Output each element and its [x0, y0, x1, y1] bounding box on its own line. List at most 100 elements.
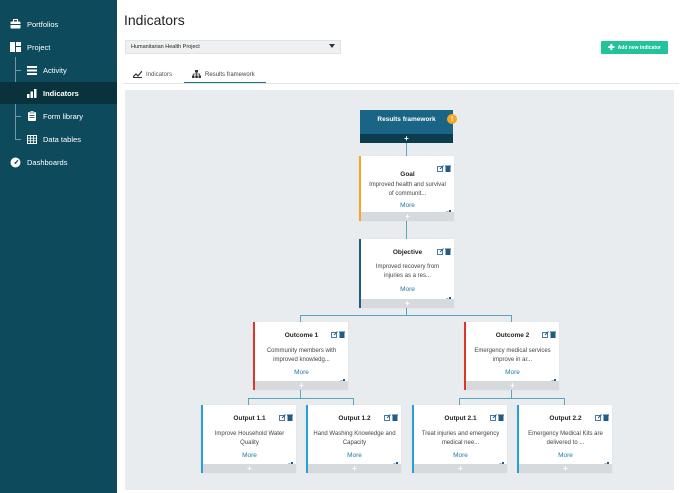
indicator-chart-icon[interactable]	[549, 372, 556, 385]
project-select[interactable]: Humanitarian Health Project	[125, 40, 341, 54]
card-title: Output 1.2	[338, 415, 371, 422]
plus-icon: ✚	[607, 42, 615, 52]
results-framework-root[interactable]: Results framework +	[360, 110, 453, 143]
sidebar-item-data-tables[interactable]: Data tables	[0, 128, 117, 150]
connector	[459, 398, 460, 405]
connector	[300, 390, 301, 398]
add-child-button[interactable]: +	[466, 381, 559, 390]
card-description: Emergency Medical Kits are delivered to …	[528, 431, 603, 446]
more-link[interactable]: More	[414, 452, 507, 459]
sidebar-item-label: Portfolios	[27, 19, 59, 29]
clipboard-icon	[26, 110, 38, 122]
sidebar-item-label: Data tables	[43, 134, 81, 144]
objective-card[interactable]: Objective Improved recovery from injurie…	[359, 239, 454, 308]
root-title: Results framework	[377, 116, 436, 123]
connector	[248, 398, 354, 399]
sidebar-item-form-library[interactable]: Form library	[0, 105, 117, 127]
indicator-chart-icon[interactable]	[497, 455, 504, 468]
sidebar-item-indicators[interactable]: Indicators	[0, 82, 117, 104]
briefcase-icon	[9, 18, 21, 30]
more-link[interactable]: More	[361, 202, 454, 209]
sidebar-item-dashboards[interactable]: Dashboards	[0, 151, 117, 173]
card-title: Outcome 2	[495, 332, 530, 339]
card-description: Emergency medical services improve in ar…	[474, 348, 551, 363]
project-select-value: Humanitarian Health Project	[131, 44, 200, 50]
output-card[interactable]: Output 1.2 Hand Washing Knowledge and Ca…	[306, 405, 401, 473]
connector	[564, 398, 565, 405]
tab-label: Results framework	[205, 71, 255, 78]
connector	[406, 308, 407, 315]
add-child-button[interactable]: +	[361, 212, 454, 221]
sidebar-item-portfolios[interactable]: Portfolios	[0, 13, 117, 35]
connector	[511, 390, 512, 398]
card-description: Hand Washing Knowledge and Capacity	[313, 431, 396, 446]
sidebar-item-label: Form library	[43, 111, 84, 121]
card-title: Outcome 1	[284, 332, 319, 339]
tabs-divider	[124, 83, 679, 84]
connector	[300, 315, 512, 316]
sidebar-item-activity[interactable]: Activity	[0, 59, 117, 81]
hierarchy-icon	[192, 69, 201, 80]
sidebar-item-label: Project	[27, 42, 51, 52]
project-icon	[9, 41, 21, 53]
card-title: Output 2.1	[444, 415, 477, 422]
more-link[interactable]: More	[308, 452, 401, 459]
more-link[interactable]: More	[255, 369, 348, 376]
outcome-card[interactable]: Outcome 2 Emergency medical services imp…	[464, 322, 559, 390]
connector	[300, 315, 301, 322]
tab-label: Indicators	[146, 72, 173, 78]
more-link[interactable]: More	[361, 286, 454, 293]
card-title: Goal	[400, 171, 415, 178]
card-title: Output 1.1	[233, 415, 266, 422]
output-card[interactable]: Output 2.1 Treat injuries and emergency …	[412, 405, 507, 473]
add-child-button[interactable]: +	[361, 299, 454, 308]
add-child-button[interactable]: +	[414, 464, 507, 473]
tab-indicators[interactable]: Indicators	[132, 67, 173, 83]
sidebar-item-label: Activity	[43, 65, 67, 75]
card-description: Community members with improved knowledg…	[266, 348, 337, 363]
card-title: Output 2.2	[549, 415, 582, 422]
table-icon	[26, 133, 38, 145]
indicator-chart-icon[interactable]	[391, 455, 398, 468]
indicator-chart-icon[interactable]	[444, 203, 451, 216]
page-title: Indicators	[124, 12, 185, 28]
sidebar: Portfolios Project Activity Indicators F…	[0, 0, 117, 493]
add-indicator-button[interactable]: ✚ Add new indicator	[601, 41, 668, 54]
card-description: Improved recovery from injuries as a res…	[375, 264, 440, 279]
card-description: Improve Household Water Quality	[214, 431, 285, 446]
add-child-button[interactable]: +	[360, 134, 453, 143]
goal-card[interactable]: Goal Improved health and survival of com…	[359, 156, 454, 221]
card-title: Objective	[392, 249, 423, 256]
add-indicator-label: Add new indicator	[617, 44, 662, 51]
more-link[interactable]: More	[519, 452, 612, 459]
sidebar-item-label: Indicators	[43, 88, 79, 98]
indicator-chart-icon[interactable]	[338, 372, 345, 385]
connector	[406, 143, 407, 156]
chevron-down-icon	[329, 44, 335, 48]
sidebar-item-project[interactable]: Project	[0, 36, 117, 58]
output-card[interactable]: Output 2.2 Emergency Medical Kits are de…	[517, 405, 612, 473]
add-child-button[interactable]: +	[308, 464, 401, 473]
output-card[interactable]: Output 1.1 Improve Household Water Quali…	[201, 405, 296, 473]
connector	[511, 315, 512, 322]
gauge-icon	[9, 156, 21, 168]
outcome-card[interactable]: Outcome 1 Community members with improve…	[253, 322, 348, 390]
connector	[353, 398, 354, 405]
add-child-button[interactable]: +	[203, 464, 296, 473]
warning-icon[interactable]: !	[447, 114, 457, 124]
add-child-button[interactable]: +	[255, 381, 348, 390]
more-link[interactable]: More	[203, 452, 296, 459]
bar-chart-icon	[26, 87, 38, 99]
main-content: Indicators Humanitarian Health Project ✚…	[117, 0, 682, 493]
connector	[248, 398, 249, 405]
indicator-chart-icon[interactable]	[444, 290, 451, 303]
indicator-chart-icon[interactable]	[602, 455, 609, 468]
tab-results-framework[interactable]: Results framework	[184, 67, 266, 83]
connector	[406, 221, 407, 239]
indicators-icon	[132, 70, 143, 80]
indicator-chart-icon[interactable]	[286, 455, 293, 468]
card-description: Treat injuries and emergency medical nee…	[421, 431, 500, 446]
add-child-button[interactable]: +	[519, 464, 612, 473]
more-link[interactable]: More	[466, 369, 559, 376]
results-framework-canvas: Results framework + ! Goal Improved heal…	[125, 90, 674, 490]
